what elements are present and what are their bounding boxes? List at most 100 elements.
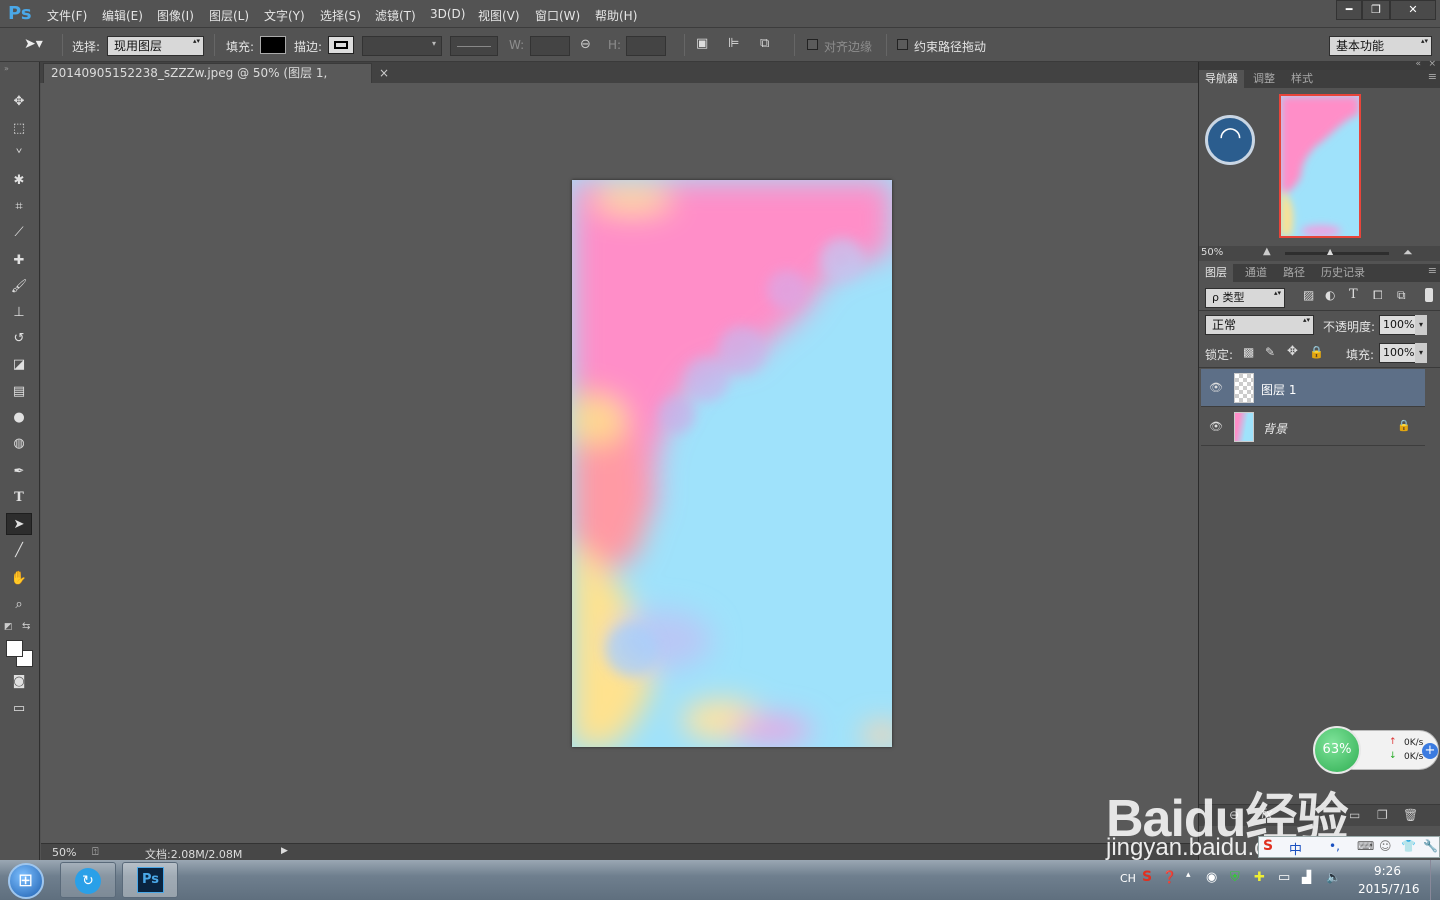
ime-skin-icon[interactable]: 👕	[1401, 839, 1416, 853]
path-selection-tool-icon[interactable]: ➤	[6, 513, 32, 535]
tab-history[interactable]: 历史记录	[1315, 264, 1371, 282]
eraser-tool-icon[interactable]: ◪	[6, 354, 32, 376]
opacity-dropdown-arrow-icon[interactable]: ▾	[1415, 315, 1427, 335]
navigator-zoom-slider[interactable]	[1285, 252, 1389, 255]
tab-paths[interactable]: 路径	[1277, 264, 1311, 282]
blend-mode-dropdown[interactable]: 正常	[1205, 315, 1314, 335]
filter-smart-object-icon[interactable]: ⧉	[1397, 288, 1406, 303]
memory-usage-badge[interactable]: 63%	[1313, 726, 1361, 774]
lock-all-icon[interactable]: 🔒	[1309, 345, 1324, 359]
swap-colors-icon[interactable]: ⇆	[22, 621, 30, 632]
type-tool-icon[interactable]: T	[6, 487, 32, 509]
stroke-width-input[interactable]: ▾	[362, 36, 442, 56]
layer-name[interactable]: 背景	[1263, 420, 1287, 437]
collapse-toolbar-icon[interactable]: »	[4, 64, 9, 73]
eyedropper-tool-icon[interactable]: ⟋	[6, 222, 32, 244]
tray-expand-icon[interactable]: ▴	[1186, 870, 1191, 880]
delete-layer-icon[interactable]: 🗑	[1403, 808, 1418, 822]
menu-layer[interactable]: 图层(L)	[209, 7, 249, 24]
document-image[interactable]	[572, 180, 892, 747]
layer-row-layer1[interactable]: 👁 图层 1	[1201, 369, 1425, 407]
height-input[interactable]	[626, 36, 666, 56]
zoom-slider-thumb[interactable]: ▲	[1327, 247, 1333, 256]
gradient-tool-icon[interactable]: ▤	[6, 381, 32, 403]
taskbar-photoshop[interactable]: Ps	[122, 862, 178, 898]
panel-menu-icon[interactable]: ≡	[1428, 70, 1437, 83]
workspace-dropdown[interactable]: 基本功能	[1329, 36, 1432, 56]
filter-pixel-icon[interactable]: ▨	[1303, 288, 1314, 302]
layer-name[interactable]: 图层 1	[1261, 381, 1296, 398]
menu-help[interactable]: 帮助(H)	[595, 7, 637, 24]
link-icon[interactable]: ⊖	[580, 37, 591, 52]
path-operations-icon[interactable]: ▣	[696, 36, 708, 51]
menu-edit[interactable]: 编辑(E)	[102, 7, 143, 24]
navigator-zoom[interactable]: 50%	[1201, 247, 1223, 258]
menu-window[interactable]: 窗口(W)	[535, 7, 580, 24]
start-button[interactable]: ⊞	[8, 863, 44, 899]
healing-brush-tool-icon[interactable]: ✚	[6, 250, 32, 272]
layer-filter-dropdown[interactable]: ρ 类型	[1205, 288, 1285, 308]
lasso-tool-icon[interactable]: ᘁ	[6, 144, 32, 166]
menu-type[interactable]: 文字(Y)	[264, 7, 305, 24]
layers-panel-menu-icon[interactable]: ≡	[1428, 264, 1437, 277]
constrain-path-checkbox[interactable]	[897, 39, 908, 50]
stroke-color-swatch[interactable]	[328, 36, 354, 54]
tab-layers[interactable]: 图层	[1199, 264, 1233, 282]
blur-tool-icon[interactable]: ●	[6, 407, 32, 429]
language-indicator[interactable]: CH	[1120, 872, 1136, 885]
lock-position-icon[interactable]: ✥	[1287, 344, 1298, 359]
sogou-tray-icon[interactable]: S	[1142, 869, 1152, 885]
menu-filter[interactable]: 滤镜(T)	[375, 7, 416, 24]
clock-time[interactable]: 9:26	[1374, 864, 1401, 878]
zoom-level[interactable]: 50%	[52, 846, 76, 859]
menu-view[interactable]: 视图(V)	[478, 7, 520, 24]
filter-toggle[interactable]	[1425, 288, 1433, 302]
clone-stamp-tool-icon[interactable]: ⊥	[6, 302, 32, 324]
device-tray-icon[interactable]: ▭	[1278, 870, 1290, 885]
sogou-ime-icon[interactable]: S	[1263, 838, 1273, 854]
new-group-icon[interactable]: ▭	[1349, 808, 1360, 822]
select-dropdown[interactable]: 现用图层	[107, 36, 204, 56]
ime-keyboard-icon[interactable]: ⌨	[1357, 839, 1374, 853]
app-tray-icon[interactable]: ✚	[1254, 870, 1265, 885]
ime-mode[interactable]: 中	[1289, 839, 1302, 858]
stroke-type-dropdown[interactable]	[450, 36, 498, 56]
lock-pixels-icon[interactable]: ✎	[1265, 345, 1275, 359]
menu-select[interactable]: 选择(S)	[320, 7, 361, 24]
magic-wand-tool-icon[interactable]: ✱	[6, 170, 32, 192]
security-tray-icon[interactable]: ⛨	[1230, 870, 1240, 885]
width-input[interactable]	[530, 36, 570, 56]
quick-mask-icon[interactable]: ◙	[6, 671, 32, 693]
zoom-out-icon[interactable]: ▲	[1263, 246, 1271, 257]
wifi-widget-icon[interactable]: ◠	[1205, 115, 1255, 165]
crop-tool-icon[interactable]: ⌗	[6, 196, 32, 218]
minimize-button[interactable]: ━	[1336, 0, 1362, 20]
menu-file[interactable]: 文件(F)	[47, 7, 87, 24]
pen-tool-icon[interactable]: ✒	[6, 461, 32, 483]
line-tool-icon[interactable]: ╱	[6, 540, 32, 562]
fill-color-swatch[interactable]	[260, 36, 286, 54]
path-arrangement-icon[interactable]: ⧉	[760, 36, 769, 51]
navigator-preview[interactable]	[1279, 94, 1361, 238]
new-layer-icon[interactable]: ❐	[1377, 808, 1388, 822]
close-panels-icon[interactable]: ×	[1428, 59, 1436, 69]
ime-user-icon[interactable]: ☺	[1379, 839, 1392, 853]
restore-button[interactable]: ❐	[1362, 0, 1390, 20]
document-tab[interactable]: 20140905152238_sZZZw.jpeg @ 50% (图层 1, R…	[43, 63, 389, 99]
close-document-icon[interactable]: ×	[379, 64, 389, 83]
layer-row-background[interactable]: 👁 背景 🔒	[1201, 408, 1425, 446]
filter-adjustment-icon[interactable]: ◐	[1325, 288, 1335, 302]
ime-toolbar[interactable]: S 中 •, ⌨ ☺ 👕 🔧	[1258, 836, 1440, 858]
zoom-in-icon[interactable]: ⏶	[1403, 245, 1413, 260]
move-tool-icon[interactable]: ✥	[6, 91, 32, 113]
menu-image[interactable]: 图像(I)	[157, 7, 194, 24]
tab-adjustments[interactable]: 调整	[1247, 70, 1281, 88]
ime-settings-icon[interactable]: 🔧	[1423, 839, 1438, 853]
hand-tool-icon[interactable]: ✋	[6, 568, 32, 590]
visibility-eye-icon[interactable]: 👁	[1209, 420, 1223, 433]
tab-styles[interactable]: 样式	[1285, 70, 1319, 88]
taskbar-browser[interactable]: ↻	[60, 862, 116, 898]
clock-date[interactable]: 2015/7/16	[1358, 882, 1420, 896]
history-brush-tool-icon[interactable]: ↺	[6, 328, 32, 350]
menu-3d[interactable]: 3D(D)	[430, 7, 465, 21]
